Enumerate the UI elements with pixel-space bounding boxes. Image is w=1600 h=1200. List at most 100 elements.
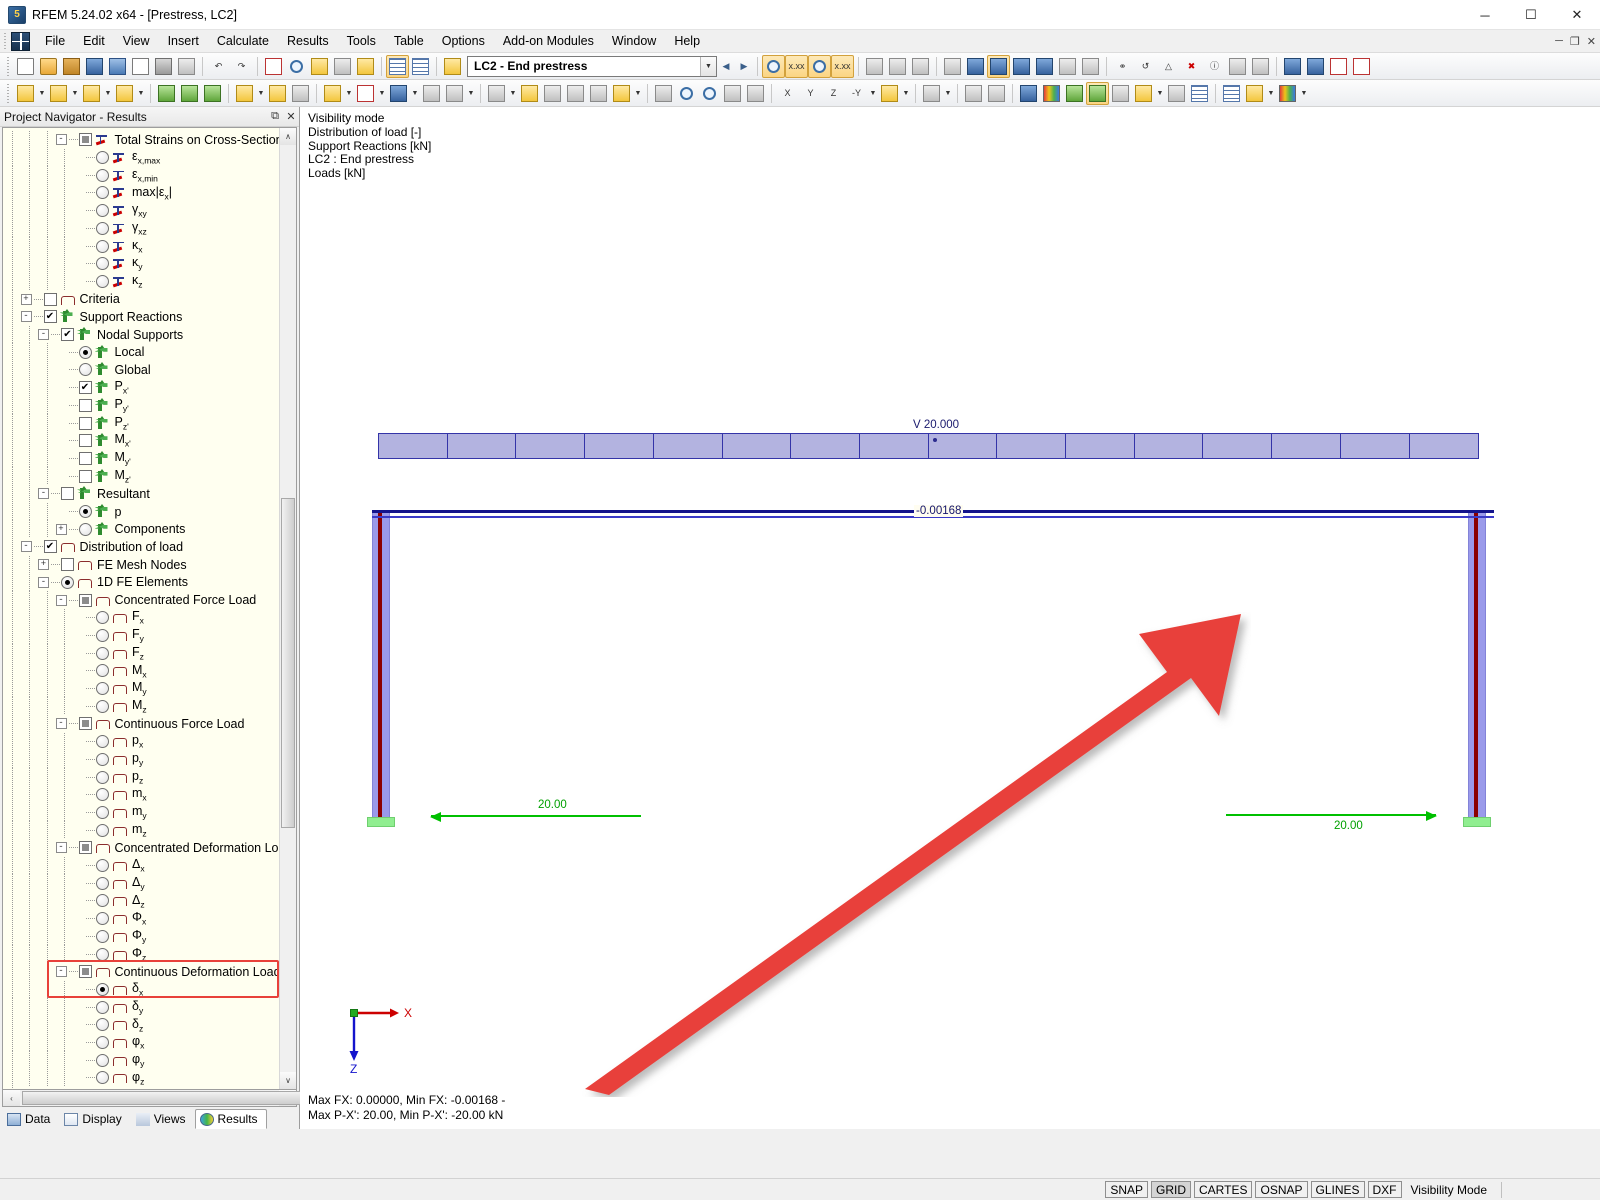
delete-button[interactable]: ✖: [1180, 55, 1203, 78]
move-button[interactable]: [485, 82, 508, 105]
tree-item[interactable]: Fx: [3, 609, 279, 627]
tree-radio[interactable]: [96, 1001, 109, 1014]
tree-checkbox[interactable]: [79, 452, 92, 465]
tree-item[interactable]: -✔Distribution of load: [3, 538, 279, 556]
tree-checkbox[interactable]: ✔: [44, 310, 57, 323]
deselect-button[interactable]: [698, 82, 721, 105]
new-load-dropdown[interactable]: ▼: [344, 82, 354, 105]
tree-checkbox[interactable]: [79, 841, 92, 854]
tree-item[interactable]: φx: [3, 1034, 279, 1052]
status-toggle-grid[interactable]: GRID: [1151, 1181, 1191, 1198]
tree-item[interactable]: px: [3, 733, 279, 751]
tree-checkbox[interactable]: [79, 417, 92, 430]
new-surface-load-dropdown[interactable]: ▼: [377, 82, 387, 105]
new-member-dropdown[interactable]: ▼: [103, 82, 113, 105]
tree-radio[interactable]: [96, 151, 109, 164]
tree-item[interactable]: κy: [3, 255, 279, 273]
tree-item[interactable]: Δy: [3, 874, 279, 892]
tree-radio[interactable]: [79, 363, 92, 376]
tree-radio[interactable]: [96, 647, 109, 660]
printout-button[interactable]: [1220, 82, 1243, 105]
tree-radio[interactable]: [96, 771, 109, 784]
menu-grip[interactable]: [2, 33, 9, 50]
tree-item[interactable]: Φx: [3, 910, 279, 928]
menu-item-add-on-modules[interactable]: Add-on Modules: [494, 31, 603, 51]
new-surface-support-button[interactable]: [201, 82, 224, 105]
generate-button[interactable]: [610, 82, 633, 105]
tree-checkbox[interactable]: [79, 717, 92, 730]
tree-radio[interactable]: [96, 1054, 109, 1067]
new-surface-dropdown[interactable]: ▼: [136, 82, 146, 105]
new-surface-button[interactable]: [113, 82, 136, 105]
menu-item-view[interactable]: View: [114, 31, 159, 51]
scroll-thumb[interactable]: [281, 498, 295, 828]
collapse-icon[interactable]: -: [56, 134, 67, 145]
show-results-button[interactable]: [762, 55, 785, 78]
menu-item-options[interactable]: Options: [433, 31, 494, 51]
tree-item[interactable]: Mx: [3, 662, 279, 680]
secondary-toolbar-grip[interactable]: [5, 84, 11, 103]
tree-item[interactable]: κx: [3, 237, 279, 255]
panels-button[interactable]: [1132, 82, 1155, 105]
tree-radio[interactable]: [96, 1018, 109, 1031]
tree-item[interactable]: γxz: [3, 220, 279, 238]
new-load-button[interactable]: [321, 82, 344, 105]
expand-icon[interactable]: +: [38, 559, 49, 570]
generate-dropdown[interactable]: ▼: [633, 82, 643, 105]
menu-item-tools[interactable]: Tools: [338, 31, 385, 51]
cross-section-button[interactable]: [266, 82, 289, 105]
tree-radio[interactable]: [96, 222, 109, 235]
zoom-window-button[interactable]: [285, 55, 308, 78]
surface-results-button[interactable]: [941, 55, 964, 78]
connect-members-button[interactable]: [564, 82, 587, 105]
collapse-icon[interactable]: -: [56, 595, 67, 606]
tree-radio[interactable]: [79, 505, 92, 518]
tree-item[interactable]: My: [3, 680, 279, 698]
tree-checkbox[interactable]: [79, 965, 92, 978]
result-diagram-button[interactable]: [1017, 82, 1040, 105]
close-icon[interactable]: ✕: [283, 110, 299, 123]
navigator-tree[interactable]: -Total Strains on Cross-Sectionεx,maxεx,…: [3, 128, 279, 1089]
section-button[interactable]: [1109, 82, 1132, 105]
tree-item[interactable]: -1D FE Elements: [3, 574, 279, 592]
tree-item[interactable]: εx,min: [3, 166, 279, 184]
tree-item[interactable]: δx: [3, 981, 279, 999]
cut-view-button[interactable]: [1165, 82, 1188, 105]
view-x-button[interactable]: X: [776, 82, 799, 105]
result-table-button[interactable]: [1188, 82, 1211, 105]
print-preview-button[interactable]: [175, 55, 198, 78]
tree-radio[interactable]: [96, 169, 109, 182]
collapse-icon[interactable]: -: [38, 577, 49, 588]
solid-results-button[interactable]: [1010, 55, 1033, 78]
info-button[interactable]: ⓘ: [1203, 55, 1226, 78]
render-mode-dropdown[interactable]: ▼: [943, 82, 953, 105]
new-solid-load-button[interactable]: [420, 82, 443, 105]
tree-radio[interactable]: [96, 735, 109, 748]
mdi-minimize-button[interactable]: ─: [1555, 35, 1563, 48]
tree-item[interactable]: -✔Nodal Supports: [3, 326, 279, 344]
tree-item[interactable]: Fy: [3, 627, 279, 645]
tree-checkbox[interactable]: [44, 293, 57, 306]
status-toggle-snap[interactable]: SNAP: [1105, 1181, 1148, 1198]
tree-item[interactable]: Φz: [3, 945, 279, 963]
navigator-tab-results[interactable]: Results: [195, 1109, 267, 1129]
view-custom-dropdown[interactable]: ▼: [868, 82, 878, 105]
new-free-load-button[interactable]: [387, 82, 410, 105]
tree-item[interactable]: δy: [3, 998, 279, 1016]
extrude-button[interactable]: [587, 82, 610, 105]
status-toggle-dxf[interactable]: DXF: [1368, 1181, 1402, 1198]
tree-radio[interactable]: [96, 240, 109, 253]
open-file-button[interactable]: [37, 55, 60, 78]
animation-multi-button[interactable]: [909, 55, 932, 78]
new-imperfection-dropdown[interactable]: ▼: [466, 82, 476, 105]
new-member-button[interactable]: [80, 82, 103, 105]
color-spectrum-button[interactable]: [1276, 82, 1299, 105]
select-by-window-button[interactable]: [675, 82, 698, 105]
result-values-button[interactable]: [1079, 55, 1102, 78]
tree-radio[interactable]: [96, 186, 109, 199]
tree-item[interactable]: +Components: [3, 520, 279, 538]
tree-checkbox[interactable]: [79, 399, 92, 412]
tree-item[interactable]: mx: [3, 786, 279, 804]
tree-item[interactable]: γxy: [3, 202, 279, 220]
workplane-button[interactable]: [878, 82, 901, 105]
